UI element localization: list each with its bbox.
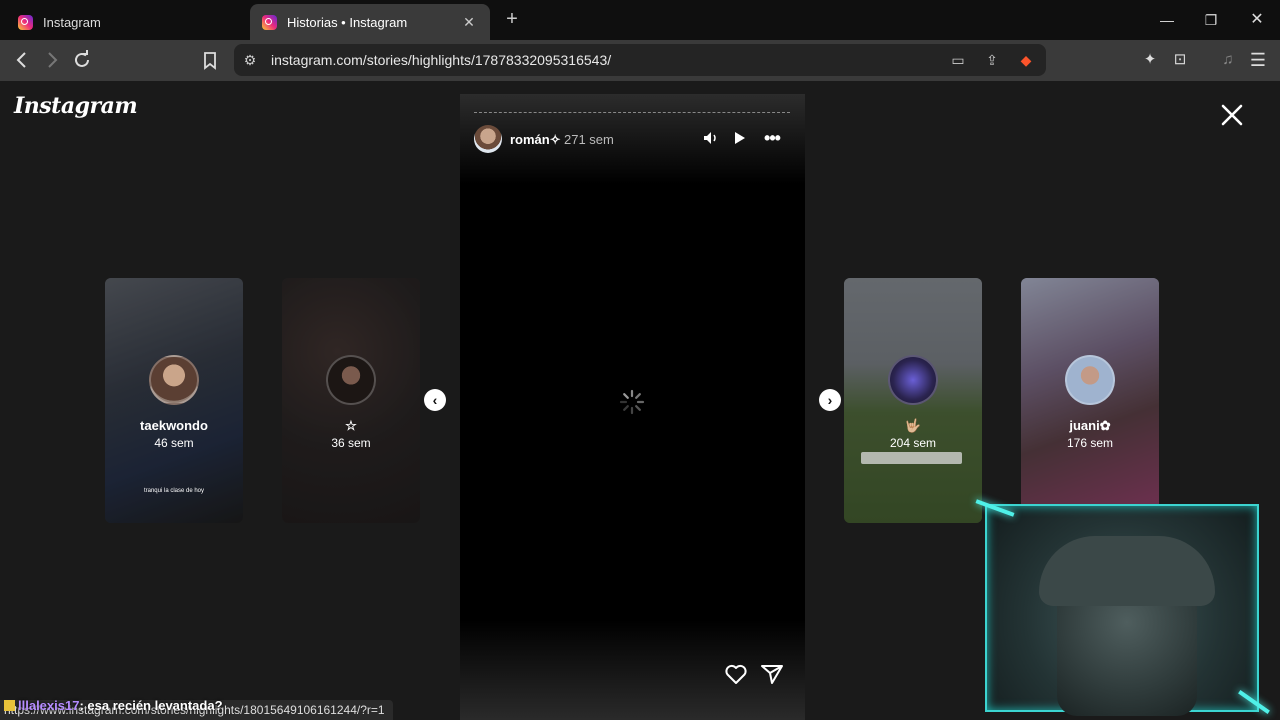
story-viewer[interactable]: román✧ 271 sem ••• xyxy=(460,94,805,720)
browser-toolbar: ⚙ instagram.com/stories/highlights/17878… xyxy=(0,40,1280,81)
side-story-name: 🤟🏼 xyxy=(904,418,922,433)
tab-title: Instagram xyxy=(43,14,101,30)
side-story-caption: tranqui la clase de hoy xyxy=(143,488,205,494)
tab-close-icon[interactable]: ✕ xyxy=(460,14,478,31)
like-heart-icon[interactable] xyxy=(723,661,749,687)
forward-icon[interactable] xyxy=(38,46,66,74)
back-icon[interactable] xyxy=(8,46,36,74)
previous-story-button[interactable]: ‹ xyxy=(424,389,446,411)
avatar xyxy=(326,355,376,405)
minimize-icon[interactable]: — xyxy=(1152,8,1182,32)
avatar[interactable] xyxy=(474,125,502,153)
side-story-name: ☆ xyxy=(345,418,357,433)
chat-text: : esa recién levantada? xyxy=(79,698,223,713)
media-icon[interactable]: ♫ xyxy=(1214,46,1242,74)
share-send-icon[interactable] xyxy=(759,661,785,687)
cast-icon[interactable]: ▭ xyxy=(948,50,968,70)
play-icon[interactable] xyxy=(729,128,749,148)
bookmark-icon[interactable] xyxy=(196,46,224,74)
reader-mode-icon[interactable]: ⊡ xyxy=(1166,46,1194,74)
address-bar[interactable]: ⚙ instagram.com/stories/highlights/17878… xyxy=(234,44,1046,76)
side-story-time: 204 sem xyxy=(889,436,937,450)
side-story-time: 176 sem xyxy=(1066,436,1114,450)
browser-tab-bar: Instagram Historias • Instagram ✕ + — ❐ … xyxy=(0,0,1280,40)
brave-shield-icon[interactable]: ◆ xyxy=(1016,50,1036,70)
menu-icon[interactable]: ☰ xyxy=(1244,46,1272,74)
side-story-name: taekwondo xyxy=(140,418,208,433)
side-story-taekwondo[interactable]: taekwondo 46 sem tranqui la clase de hoy xyxy=(105,278,243,523)
instagram-favicon-icon xyxy=(18,14,33,30)
side-story-name: juani✿ xyxy=(1069,418,1111,433)
url-text[interactable]: instagram.com/stories/highlights/1787833… xyxy=(271,52,611,68)
instagram-logo[interactable]: Instagram xyxy=(14,93,138,119)
avatar xyxy=(888,355,938,405)
story-time: 271 sem xyxy=(564,132,614,147)
next-story-button[interactable]: › xyxy=(819,389,841,411)
loading-spinner-icon xyxy=(617,387,647,417)
location-sticker xyxy=(861,452,962,464)
close-stories-icon[interactable] xyxy=(1218,101,1246,129)
tab-title: Historias • Instagram xyxy=(287,14,408,30)
restore-icon[interactable]: ❐ xyxy=(1196,8,1226,32)
story-author-name[interactable]: román✧ xyxy=(510,132,561,148)
new-tab-button[interactable]: + xyxy=(500,8,524,32)
tab-instagram[interactable]: Instagram xyxy=(6,4,244,40)
side-story-star[interactable]: ☆ 36 sem xyxy=(282,278,420,523)
window-close-icon[interactable]: ✕ xyxy=(1242,8,1272,32)
avatar xyxy=(149,355,199,405)
story-progress-bar xyxy=(474,112,790,114)
extensions-icon[interactable]: ✦ xyxy=(1136,46,1164,74)
webcam-overlay xyxy=(985,504,1259,716)
instagram-favicon-icon xyxy=(262,14,277,30)
chat-username: lllalexis17 xyxy=(18,698,80,713)
chat-badge-icon xyxy=(4,700,15,711)
side-story-juani[interactable]: juani✿ 176 sem xyxy=(1021,278,1159,523)
volume-icon[interactable] xyxy=(701,128,721,148)
site-settings-icon[interactable]: ⚙ xyxy=(240,50,260,70)
more-options-icon[interactable]: ••• xyxy=(762,128,782,148)
tab-historias[interactable]: Historias • Instagram ✕ xyxy=(250,4,490,40)
reload-icon[interactable] xyxy=(68,46,96,74)
side-story-hand[interactable]: 🤟🏼 204 sem xyxy=(844,278,982,523)
side-story-time: 36 sem xyxy=(331,436,371,450)
stream-chat-message: lllalexis17: esa recién levantada? xyxy=(4,697,223,715)
share-icon[interactable]: ⇪ xyxy=(982,50,1002,70)
side-story-time: 46 sem xyxy=(154,436,194,450)
avatar xyxy=(1065,355,1115,405)
